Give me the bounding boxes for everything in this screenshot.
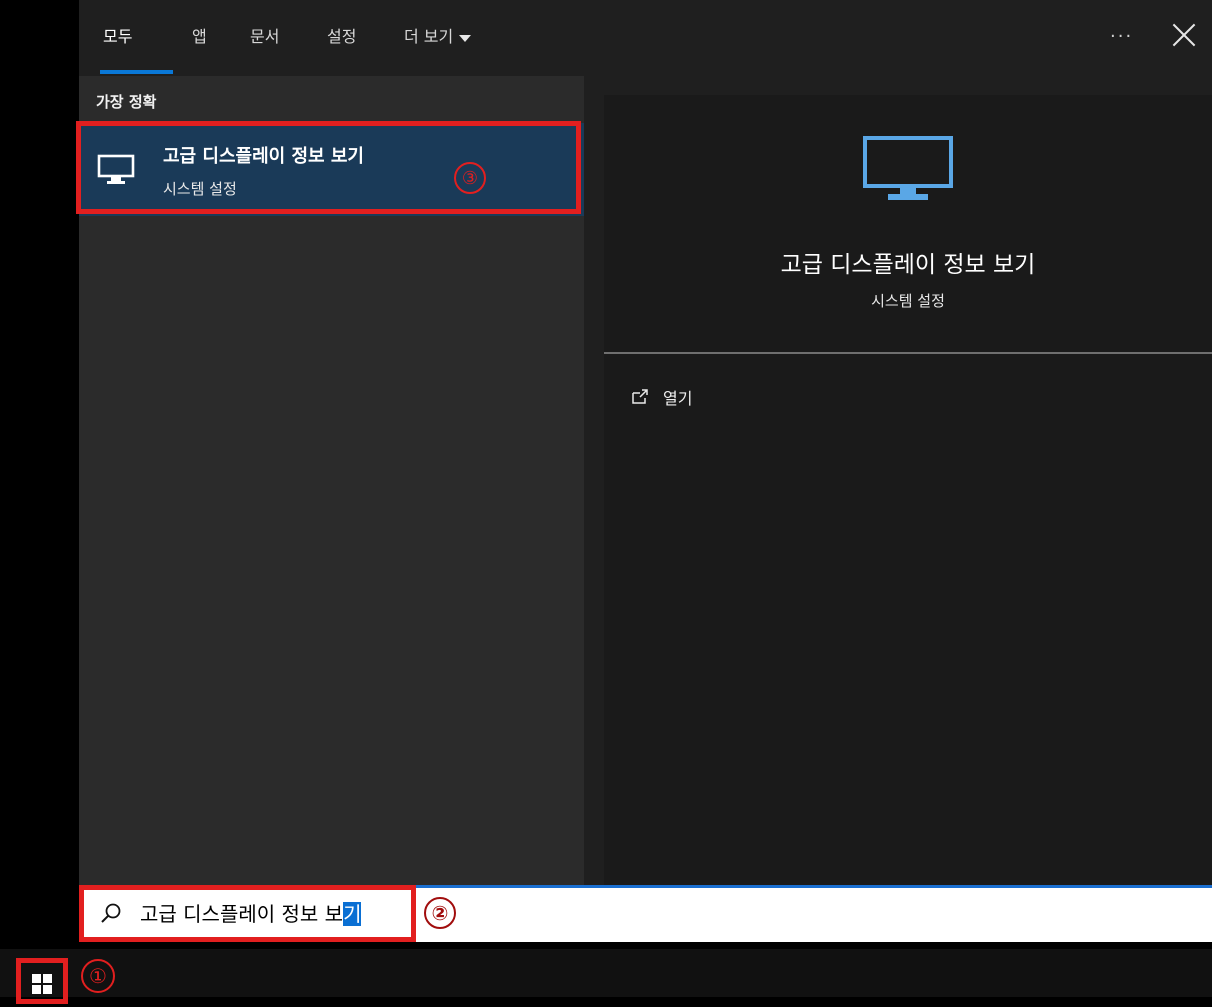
- tab-documents[interactable]: 문서: [250, 26, 279, 48]
- results-list: 가장 정확 고급 디스플레이 정보 보기 시스템 설정 ③: [76, 76, 584, 885]
- monitor-icon: [863, 136, 953, 200]
- tab-more[interactable]: 더 보기: [404, 26, 472, 48]
- filter-tabs-bar: 모두 앱 문서 설정 더 보기 ···: [79, 0, 1212, 76]
- open-action-label: 열기: [663, 389, 693, 408]
- preview-pane: 고급 디스플레이 정보 보기 시스템 설정 열기: [604, 95, 1212, 885]
- annotation-number-2: ②: [424, 897, 456, 929]
- active-tab-indicator: [100, 70, 173, 74]
- tab-more-label: 더 보기: [404, 27, 454, 46]
- section-title-best-match: 가장 정확: [96, 93, 157, 111]
- annotation-number-3: ③: [454, 162, 486, 194]
- more-options-button[interactable]: ···: [1110, 26, 1133, 47]
- annotation-number-1: ①: [81, 959, 115, 993]
- annotation-box-3: [76, 121, 581, 214]
- annotation-box-1: [16, 958, 68, 1004]
- tab-settings[interactable]: 설정: [327, 26, 356, 48]
- search-box[interactable]: 고급 디스플레이 정보 보기 ②: [79, 885, 1212, 942]
- left-edge-strip: [0, 0, 79, 949]
- search-panel: 모두 앱 문서 설정 더 보기 ··· 가장 정확 고급 디스플레이 정보 보기…: [76, 0, 1212, 885]
- preview-title: 고급 디스플레이 정보 보기: [780, 252, 1036, 278]
- taskbar: ①: [0, 949, 1212, 1004]
- tab-all[interactable]: 모두: [103, 26, 132, 48]
- open-action[interactable]: 열기: [631, 385, 692, 409]
- chevron-down-icon: [459, 34, 472, 42]
- preview-divider: [604, 352, 1212, 354]
- annotation-box-2: [79, 885, 416, 942]
- close-button[interactable]: [1171, 22, 1197, 48]
- open-external-icon: [632, 389, 648, 404]
- tab-apps[interactable]: 앱: [192, 26, 207, 48]
- preview-subtitle: 시스템 설정: [871, 292, 945, 310]
